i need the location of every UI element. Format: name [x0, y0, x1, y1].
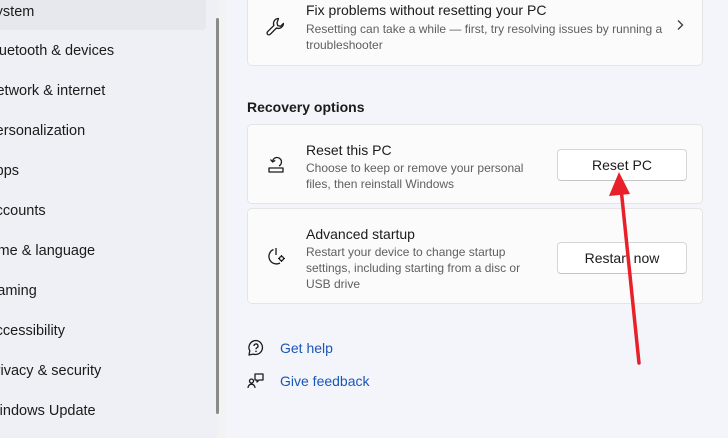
get-help-link[interactable]: Get help: [280, 340, 333, 356]
sidebar-scrollbar[interactable]: [216, 18, 219, 414]
card-title: Fix problems without resetting your PC: [306, 2, 547, 18]
sidebar-item-personalization[interactable]: Personalization: [0, 113, 206, 149]
sidebar-item-accounts[interactable]: Accounts: [0, 193, 206, 229]
give-feedback-link[interactable]: Give feedback: [280, 373, 370, 389]
sidebar-item-label: Windows Update: [0, 403, 96, 419]
sidebar-item-system[interactable]: System: [0, 0, 206, 30]
sidebar-nav: System Bluetooth & devices Network & int…: [0, 0, 219, 438]
recovery-page: Fix problems without resetting your PC R…: [226, 0, 728, 438]
sidebar-item-label: Apps: [0, 163, 20, 179]
sidebar-item-label: Bluetooth & devices: [0, 43, 115, 59]
sidebar-item-accessibility[interactable]: Accessibility: [0, 313, 206, 349]
card-description: Resetting can take a while — first, try …: [306, 22, 663, 52]
sidebar-item-label: Network & internet: [0, 83, 106, 99]
sidebar-item-label: System: [0, 4, 35, 20]
sidebar-item-label: Personalization: [0, 123, 86, 139]
sidebar-item-apps[interactable]: Apps: [0, 153, 206, 189]
sidebar-item-privacy-security[interactable]: Privacy & security: [0, 353, 206, 389]
sidebar-item-windows-update[interactable]: Windows Update: [0, 393, 206, 429]
reset-pc-card: Reset this PC Choose to keep or remove y…: [247, 124, 703, 204]
help-icon: [248, 339, 264, 356]
advanced-startup-card: Advanced startup Restart your device to …: [247, 208, 703, 304]
sidebar-item-label: Gaming: [0, 283, 37, 299]
fix-problems-card[interactable]: Fix problems without resetting your PC R…: [247, 0, 703, 66]
wrench-icon: [266, 17, 285, 36]
sidebar-item-label: Time & language: [0, 243, 96, 259]
sidebar-item-bluetooth-devices[interactable]: Bluetooth & devices: [0, 33, 206, 69]
sidebar-item-label: Privacy & security: [0, 363, 102, 379]
sidebar-item-label: Accounts: [0, 203, 46, 219]
card-title: Advanced startup: [306, 226, 415, 242]
restart-now-button[interactable]: Restart now: [557, 242, 687, 274]
section-title: Recovery options: [247, 99, 365, 115]
card-description: Restart your device to change startup se…: [306, 245, 521, 291]
chevron-right-icon: [677, 20, 684, 30]
sidebar-item-network-internet[interactable]: Network & internet: [0, 73, 206, 109]
reset-pc-icon: [268, 156, 284, 173]
reset-pc-button[interactable]: Reset PC: [557, 149, 687, 181]
card-description: Choose to keep or remove your personal f…: [306, 161, 524, 191]
sidebar-item-gaming[interactable]: Gaming: [0, 273, 206, 309]
sidebar-item-time-language[interactable]: Time & language: [0, 233, 206, 269]
feedback-icon: [247, 373, 264, 389]
sidebar-item-label: Accessibility: [0, 323, 65, 339]
card-title: Reset this PC: [306, 142, 392, 158]
advanced-startup-icon: [268, 248, 285, 265]
